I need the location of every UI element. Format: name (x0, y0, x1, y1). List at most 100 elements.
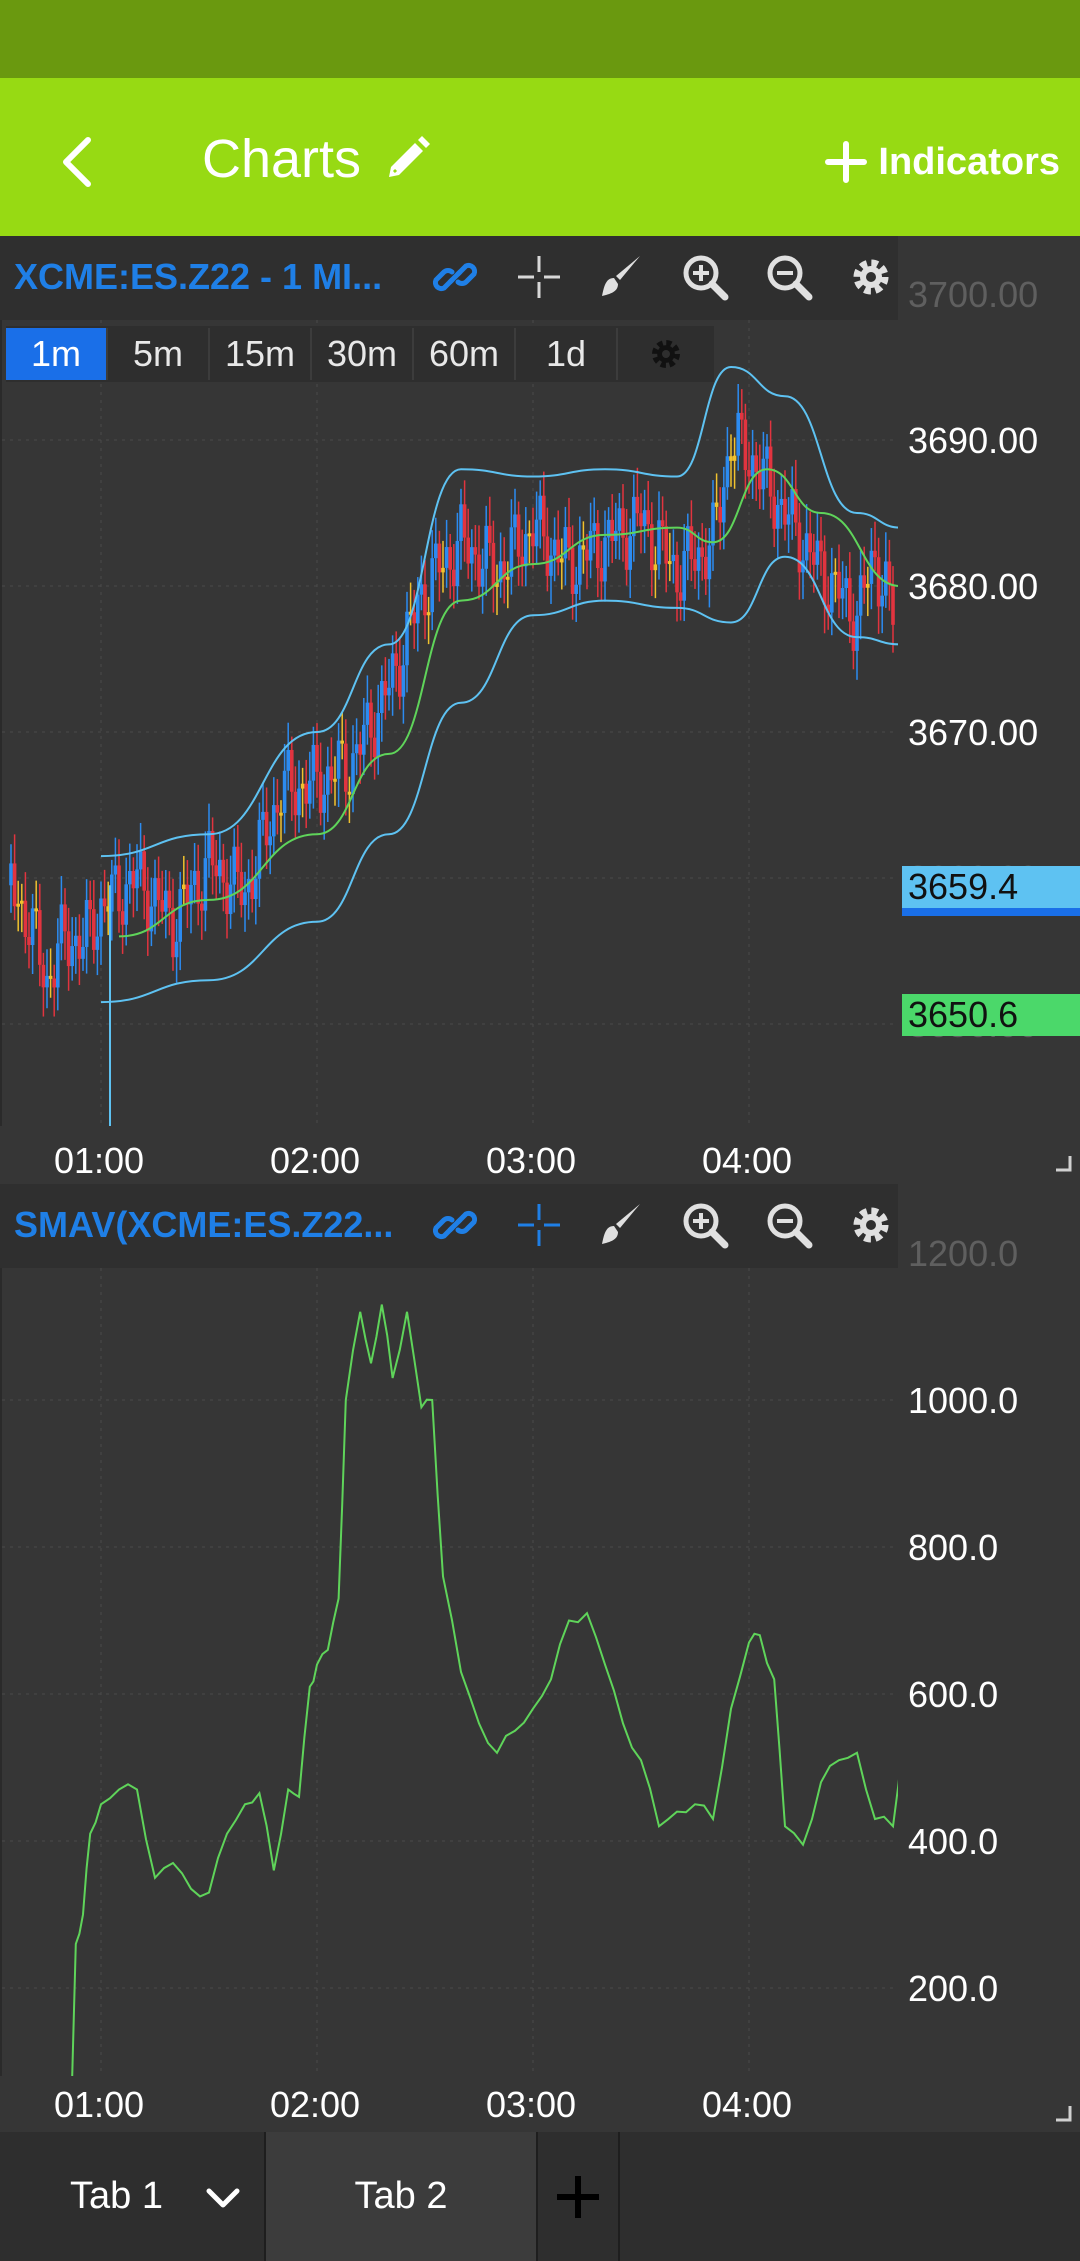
candle-body (351, 753, 355, 795)
candle-body (596, 523, 600, 569)
candle-body (383, 681, 388, 696)
candle-body (81, 946, 85, 959)
tab-1-label: Tab 1 (70, 2175, 163, 2217)
timeframe-settings-button[interactable] (618, 326, 714, 382)
brush-icon[interactable] (596, 1200, 646, 1250)
tab-2[interactable]: Tab 2 (266, 2132, 538, 2261)
candle-body (545, 536, 550, 576)
brush-icon[interactable] (596, 252, 646, 302)
candle-body (12, 863, 17, 907)
timeframe-5m[interactable]: 5m (108, 328, 210, 380)
candle-body (617, 508, 622, 531)
indicators-label: Indicators (878, 140, 1060, 183)
zoom-in-icon[interactable] (680, 252, 730, 302)
price-chart-plot[interactable] (0, 320, 900, 1126)
candle-body (318, 771, 323, 813)
x-tick-label: 02:00 (269, 2084, 361, 2125)
price-chart-title[interactable]: XCME:ES.Z22 - 1 MI... (14, 256, 414, 298)
link-icon[interactable] (430, 252, 480, 302)
volume-chart-title[interactable]: SMAV(XCME:ES.Z22... (14, 1204, 414, 1246)
timeframe-selector: 1m 5m 15m 30m 60m 1d (6, 326, 714, 382)
timeframe-1d[interactable]: 1d (516, 328, 618, 380)
candle-body (77, 935, 82, 959)
x-tick-label: 04:00 (701, 1140, 793, 1181)
candle-body (560, 558, 564, 563)
candle-body (876, 557, 881, 607)
candle-body (722, 487, 726, 523)
candle-body (174, 941, 179, 958)
candle-body (102, 898, 107, 907)
gear-icon[interactable] (846, 1200, 896, 1250)
candle-body (74, 935, 78, 947)
candle-body (196, 870, 200, 904)
y-tick-label: 600.0 (908, 1674, 999, 1715)
candle-body (804, 533, 809, 561)
candle-body (693, 559, 697, 571)
plus-icon (557, 2175, 599, 2218)
candle-body (376, 713, 380, 758)
series-line (100, 555, 900, 1004)
timeframe-60m[interactable]: 60m (414, 328, 516, 380)
candle-body (477, 554, 481, 587)
resize-handle-icon[interactable] (1054, 1154, 1072, 1172)
volume-chart-canvas[interactable] (2, 1268, 900, 2076)
timeframe-1m[interactable]: 1m (6, 328, 108, 380)
tab-2-label: Tab 2 (354, 2175, 448, 2217)
candle-body (614, 530, 618, 541)
candle-body (588, 530, 593, 561)
candle-body (192, 870, 197, 885)
crosshair-icon[interactable] (514, 1200, 564, 1250)
candle-body (660, 520, 665, 527)
candle-body (754, 455, 758, 472)
pencil-icon[interactable] (381, 133, 433, 185)
candle-body (747, 470, 751, 477)
candle-body (387, 687, 391, 696)
zoom-out-icon[interactable] (764, 252, 814, 302)
zoom-out-icon[interactable] (764, 1200, 814, 1250)
candle-body (200, 903, 204, 911)
crosshair-icon[interactable] (514, 252, 564, 302)
y-tick-label: 3680.00 (908, 566, 1039, 607)
candle-body (444, 547, 449, 568)
candle-body (99, 898, 103, 937)
candle-body (743, 419, 748, 471)
candle-body (790, 489, 794, 515)
gear-icon (652, 340, 680, 368)
candle-body (862, 575, 866, 588)
candle-body (884, 561, 888, 596)
gear-icon[interactable] (846, 252, 896, 302)
candle-body (704, 556, 708, 580)
candle-body (448, 547, 452, 570)
zoom-in-icon[interactable] (680, 1200, 730, 1250)
candle-body (740, 412, 744, 420)
candle-body (513, 514, 517, 528)
indicators-button[interactable]: Indicators (824, 130, 1060, 194)
y-tick-label: 1200.0 (908, 1233, 1019, 1274)
candle-body (164, 890, 168, 912)
timeframe-30m[interactable]: 30m (312, 328, 414, 380)
candle-body (678, 592, 683, 601)
volume-chart-plot[interactable] (0, 1268, 900, 2076)
back-icon[interactable] (48, 130, 112, 194)
timeframe-15m[interactable]: 15m (210, 328, 312, 380)
candle-body (822, 551, 827, 605)
candle-body (264, 811, 269, 846)
candle-body (135, 869, 139, 889)
tab-1[interactable]: Tab 1 (0, 2132, 266, 2261)
candle-body (156, 878, 161, 901)
candle-body (866, 583, 870, 588)
candle-body (491, 542, 496, 587)
resize-handle-icon[interactable] (1054, 2104, 1072, 2122)
candle-body (599, 568, 604, 582)
sma-price-tag: 3650.6 (902, 994, 1080, 1036)
price-chart-canvas[interactable] (2, 320, 900, 1126)
candle-body (279, 812, 283, 816)
candle-body (232, 846, 236, 885)
candle-body (668, 561, 672, 565)
link-icon[interactable] (430, 1200, 480, 1250)
price-y-axis: 3700.003690.003680.003670.003660.003650.… (898, 236, 1080, 1126)
candle-body (430, 558, 434, 613)
chevron-down-icon[interactable] (203, 2177, 243, 2217)
add-tab-button[interactable] (538, 2132, 620, 2261)
candle-body (700, 547, 704, 557)
